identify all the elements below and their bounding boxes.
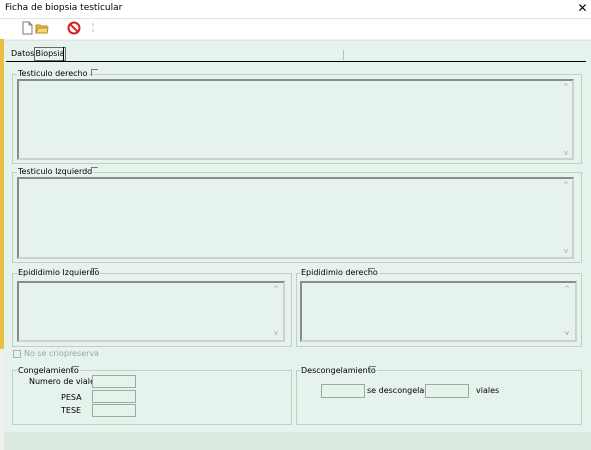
close-icon[interactable]: ✕ — [576, 1, 589, 15]
scroll-up-icon[interactable]: ^ — [272, 285, 280, 293]
no-criopreserva-checkbox[interactable] — [13, 350, 21, 358]
separator-icon — [91, 21, 95, 35]
viales-label: viales — [476, 386, 500, 395]
testiculo-derecho-label: Testiculo derecho — [17, 69, 89, 78]
tab-separator — [343, 50, 344, 60]
toolbar — [0, 19, 591, 39]
cancel-icon[interactable] — [67, 21, 81, 35]
scroll-up-icon[interactable]: ^ — [562, 181, 570, 189]
window-title: Ficha de biopsia testicular — [5, 3, 123, 13]
scroll-down-icon[interactable]: v — [272, 329, 280, 337]
epididimio-derecho-textarea[interactable] — [300, 281, 577, 342]
scroll-up-icon[interactable]: ^ — [563, 285, 571, 293]
scroll-down-icon[interactable]: v — [563, 329, 571, 337]
tab-divider — [63, 47, 64, 61]
descongelamiento-checkbox[interactable] — [369, 366, 376, 373]
se-descongelan-label: se descongelan — [367, 386, 430, 395]
congelamiento-checkbox[interactable] — [72, 366, 79, 373]
testiculo-izquierdo-textarea[interactable] — [17, 177, 574, 259]
epididimio-derecho-checkbox[interactable] — [368, 268, 375, 275]
viales-input[interactable] — [425, 384, 469, 398]
tab-biopsia[interactable]: Biopsia — [34, 47, 66, 61]
testiculo-izquierdo-label: Testiculo Izquierdo — [17, 167, 94, 176]
epididimio-izquierdo-textarea[interactable] — [17, 281, 285, 342]
tab-underline — [6, 61, 586, 62]
scroll-down-icon[interactable]: v — [562, 247, 570, 255]
pesa-label: PESA — [61, 393, 82, 402]
numero-viales-input[interactable] — [92, 375, 136, 388]
scroll-up-icon[interactable]: ^ — [562, 83, 570, 91]
descongelamiento-label: Descongelamiento — [300, 366, 377, 375]
epididimio-izquierdo-label: Epididimio Izquierdo — [17, 268, 101, 277]
epididimio-izquierdo-checkbox[interactable] — [91, 268, 98, 275]
testiculo-derecho-textarea[interactable] — [17, 79, 574, 160]
descongelan-count-input[interactable] — [321, 384, 365, 398]
testiculo-derecho-checkbox[interactable] — [91, 69, 98, 76]
scroll-down-icon[interactable]: v — [562, 149, 570, 157]
open-folder-icon[interactable] — [35, 21, 49, 35]
status-bar — [4, 432, 591, 450]
tese-input[interactable] — [92, 404, 136, 417]
tese-label: TESE — [61, 406, 82, 415]
epididimio-derecho-label: Epididimio derecho — [300, 268, 379, 277]
new-document-icon[interactable] — [20, 21, 34, 35]
pesa-input[interactable] — [92, 390, 136, 403]
testiculo-izquierdo-checkbox[interactable] — [91, 167, 98, 174]
tab-datos[interactable]: Datos — [11, 49, 34, 58]
congelamiento-label: Congelamiento — [17, 366, 80, 375]
numero-viales-label: Numero de viales — [29, 377, 100, 386]
no-criopreserva-label: No se criopreserva — [24, 349, 99, 358]
